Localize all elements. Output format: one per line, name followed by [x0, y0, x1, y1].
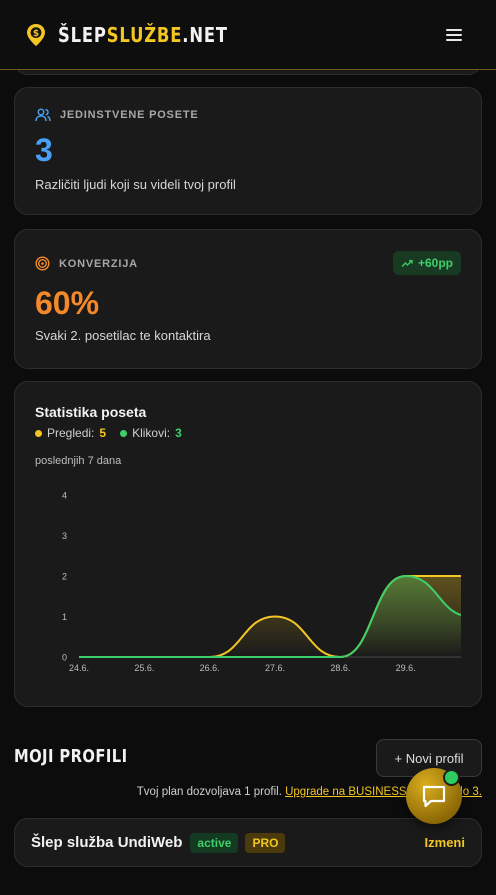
legend-item-clicks: Klikovi: 3: [120, 426, 182, 440]
chart-title: Statistika poseta: [35, 404, 147, 420]
legend-item-views: Pregledi: 5: [35, 426, 106, 440]
unique-visits-card: JEDINSTVENE POSETE 3 Različiti ljudi koj…: [14, 87, 482, 215]
visits-chart-card: Statistika poseta Pregledi: 5 Klikovi: 3…: [14, 381, 482, 707]
y-tick-label: 3: [62, 531, 67, 541]
legend-dot-views: [35, 429, 42, 437]
trend-badge: +60pp: [392, 251, 461, 275]
y-tick-label: 4: [62, 491, 67, 501]
trend-badge-text: +60pp: [417, 256, 453, 270]
card-label: KONVERZIJA: [59, 257, 138, 270]
chat-bubble-icon: [422, 785, 446, 808]
chart-period: poslednjih 7 dana: [35, 455, 122, 467]
legend-label-clicks: Klikovi:: [132, 426, 171, 440]
location-pin-dollar-icon: $: [27, 23, 45, 46]
x-tick-label: 27.6.: [265, 663, 285, 673]
unique-visits-description: Različiti ljudi koji su videli tvoj prof…: [35, 177, 236, 192]
page: $ ŠLEP SLUŽBE .NET JEDINSTVENE POSETE 3 Ra…: [0, 0, 496, 895]
target-icon: [35, 256, 50, 271]
profile-row: Šlep služba UndiWeb active PRO Izmeni: [14, 818, 482, 867]
conversion-value: 60%: [35, 285, 100, 321]
svg-text:$: $: [33, 29, 39, 39]
visits-chart: 0123424.6.25.6.26.6.27.6.28.6.29.6.30.6.: [62, 491, 461, 673]
x-tick-label: 25.6.: [134, 663, 154, 673]
conversion-card: KONVERZIJA +60pp 60% Svaki 2. posetilac …: [14, 229, 482, 369]
y-tick-label: 0: [62, 653, 67, 663]
x-tick-label: 26.6.: [200, 663, 220, 673]
online-indicator: [443, 769, 460, 786]
plan-badge: PRO: [245, 832, 286, 853]
card-label: JEDINSTVENE POSETE: [60, 109, 199, 121]
x-tick-label: 28.6.: [330, 663, 350, 673]
hamburger-icon[interactable]: [446, 28, 462, 41]
logo-text-part3: .NET: [182, 22, 228, 47]
conversion-description: Svaki 2. posetilac te kontaktira: [35, 328, 211, 343]
logo-wordmark: ŠLEP SLUŽBE .NET: [58, 23, 228, 47]
y-tick-label: 2: [62, 572, 67, 582]
x-tick-label: 24.6.: [69, 663, 89, 673]
site-logo[interactable]: $ ŠLEP SLUŽBE .NET: [26, 23, 265, 47]
legend-dot-clicks: [120, 429, 128, 437]
trend-up-icon: [401, 259, 413, 267]
logo-text-part1: ŠLEP: [58, 22, 107, 47]
unique-visits-value: 3: [35, 132, 53, 168]
legend-label-views: Pregledi:: [47, 426, 95, 440]
legend-value-views: 5: [99, 426, 107, 440]
edit-profile-link[interactable]: Izmeni: [425, 835, 465, 850]
legend-value-clicks: 3: [175, 426, 182, 440]
card-header: JEDINSTVENE POSETE: [35, 108, 461, 122]
top-header: $ ŠLEP SLUŽBE .NET: [0, 0, 496, 70]
chart-legend: Pregledi: 5 Klikovi: 3: [35, 426, 461, 440]
chat-button[interactable]: [406, 768, 462, 824]
plan-info-text: Tvoj plan dozvoljava 1 profil.: [136, 786, 282, 798]
y-tick-label: 1: [62, 612, 67, 622]
status-badge: active: [190, 832, 239, 853]
profiles-section-title: MOJI PROFILI: [14, 746, 128, 767]
x-tick-label: 29.6.: [396, 663, 416, 673]
users-icon: [35, 108, 51, 122]
profile-name: Šlep služba UndiWeb: [31, 834, 183, 851]
logo-text-part2: SLUŽBE: [106, 22, 183, 47]
